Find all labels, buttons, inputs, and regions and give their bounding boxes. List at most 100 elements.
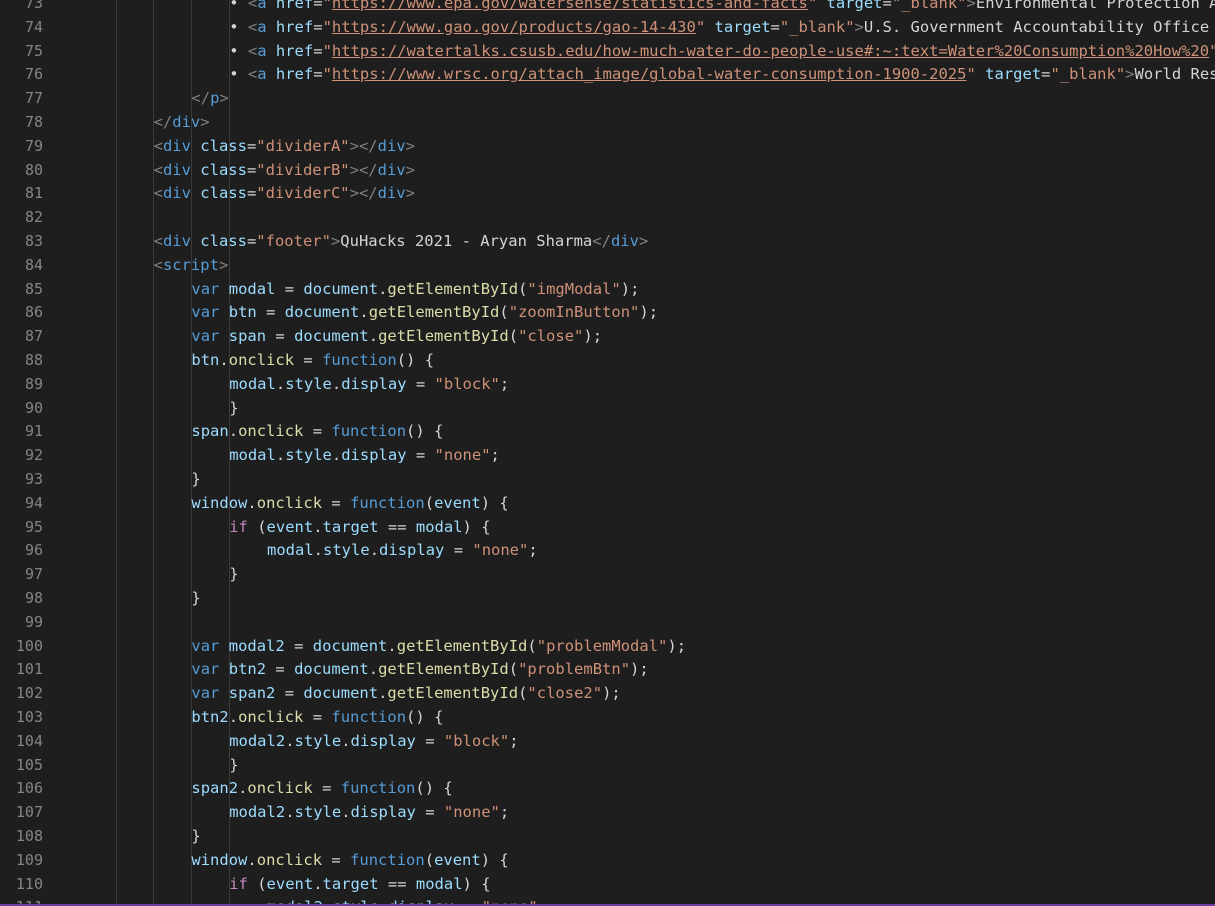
code-line[interactable]: } [191,587,200,611]
code-token: getElementById [387,684,519,703]
code-token: > [219,89,229,108]
code-token: < [153,136,163,155]
code-token: ); [602,684,621,703]
code-line[interactable]: modal2.style.display = "none"; [267,896,547,904]
line-number: 97 [24,565,43,584]
code-token: "block" [443,731,510,750]
code-line[interactable]: <script> [154,254,229,278]
code-line[interactable]: btn2.onclick = function() { [191,706,443,730]
code-line[interactable]: span.onclick = function() { [191,420,443,444]
code-token: var [191,660,220,679]
code-token: == [378,874,416,893]
code-line[interactable]: } [191,825,200,849]
code-area[interactable]: • <a href="https://www.epa.gov/watersens… [78,0,1215,904]
code-line[interactable]: var span2 = document.getElementById("clo… [191,682,620,706]
line-number: 85 [24,279,43,298]
code-line[interactable]: modal2.style.display = "block"; [229,730,518,754]
code-token: div [162,184,191,203]
code-line[interactable]: var span = document.getElementById("clos… [191,325,602,349]
code-line[interactable]: if (event.target == modal) { [229,516,490,540]
code-token: ); [639,303,659,322]
code-token: = [415,803,444,822]
code-token: onclick [228,351,295,369]
line-number: 95 [24,517,43,536]
code-line[interactable]: • <a href="https://watertalks.csusb.edu/… [229,40,1215,64]
code-line[interactable]: } [191,468,200,492]
code-token: ( [499,303,509,322]
code-token: . [331,446,342,465]
code-token: </ [592,232,611,250]
code-line[interactable]: var btn = document.getElementById("zoomI… [191,301,658,325]
code-token: ></ [349,136,378,155]
code-line[interactable]: </div> [154,111,210,135]
code-token: . [313,517,323,536]
code-token: " [322,41,332,60]
code-line[interactable]: window.onclick = function(event) { [191,849,508,873]
code-line[interactable]: modal.style.display = "none"; [229,444,500,468]
line-number: 98 [24,589,43,607]
code-line[interactable]: window.onclick = function(event) { [191,492,508,516]
code-line[interactable]: } [229,397,238,421]
code-token: > [218,255,229,274]
code-token: modal2 [229,803,286,822]
code-line[interactable]: if (event.target == modal) { [229,873,490,897]
code-line[interactable]: <div class="dividerC"></div> [154,182,415,206]
code-token: "dividerC" [256,184,350,203]
code-token: span [191,422,229,441]
code-editor[interactable]: 73 74 75 76 77 78 79 80 81 82 83 84 85 86 87 88 89 90 91 92… [0,0,1215,906]
code-token: onclick [238,422,304,441]
line-number: 82 [24,208,43,227]
code-token: . [341,803,351,822]
code-token: ( [518,279,528,298]
line-number: 74 [24,17,43,36]
code-token: document [312,636,388,655]
code-token: href [275,41,314,60]
code-token: "imgModal" [527,279,621,298]
code-token: var [191,684,220,703]
code-token: style [294,803,342,822]
code-line[interactable]: } [229,563,238,587]
code-line[interactable]: </p> [191,87,228,111]
code-token: "_blank" [891,0,967,12]
line-number: 76 [24,65,43,84]
code-line[interactable]: } [229,754,238,778]
code-token: = [770,17,780,36]
code-line[interactable]: • <a href="https://www.gao.gov/products/… [229,16,1209,40]
code-line[interactable]: var modal = document.getElementById("img… [191,278,639,302]
code-line[interactable]: • <a href="https://www.epa.gov/watersens… [229,0,1215,16]
code-token: function [350,493,425,512]
code-line[interactable]: modal2.style.display = "none"; [229,801,509,825]
line-number: 83 [24,232,43,250]
code-token: = [303,708,332,726]
line-number: 90 [24,398,43,417]
code-token: ) { [480,850,509,869]
code-token: "none" [472,541,529,560]
code-token: > [966,0,976,12]
code-token: ); [620,279,640,298]
code-token: "problemModal" [536,636,668,655]
code-line[interactable]: <div class="dividerA"></div> [154,135,415,159]
code-token: = [313,65,323,84]
code-line[interactable]: modal.style.display = "block"; [229,373,509,397]
code-line[interactable]: <div class="footer">QuHacks 2021 - Aryan… [154,230,649,254]
code-token: World Resources [1134,65,1215,84]
code-line[interactable]: var modal2 = document.getElementById("pr… [191,635,686,659]
code-line[interactable]: • <a href="https://www.wrsc.org/attach_i… [229,63,1215,87]
code-token: . [313,874,323,893]
code-token: "zoomInButton" [508,303,640,322]
code-line[interactable]: modal.style.display = "none"; [267,539,538,563]
code-line[interactable]: <div class="dividerB"></div> [154,159,415,183]
code-line[interactable]: btn.onclick = function() { [191,349,434,373]
code-token: modal [229,446,276,465]
code-token: ; [538,898,547,904]
line-number: 88 [24,351,43,369]
code-token: window [191,493,248,512]
code-token: • [229,17,248,36]
code-line[interactable]: span2.onclick = function() { [191,777,452,801]
code-line[interactable]: var btn2 = document.getElementById("prob… [191,658,648,682]
code-token: ; [499,374,510,393]
code-token: < [247,41,258,60]
code-token: event [266,517,314,536]
